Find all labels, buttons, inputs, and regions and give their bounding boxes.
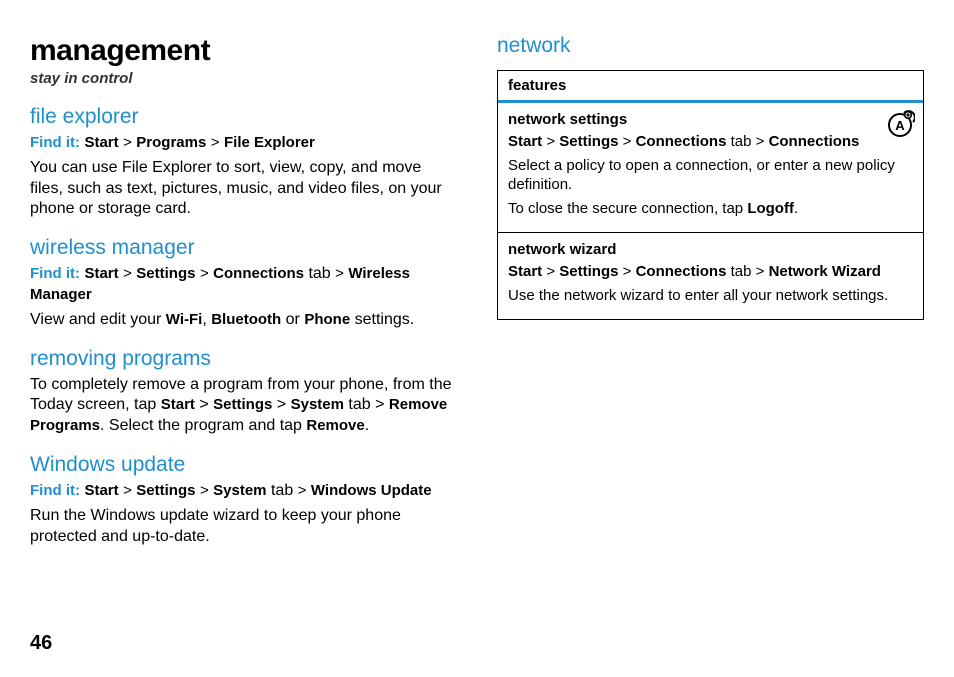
auto-answer-icon: A	[885, 109, 915, 143]
windows-update-path: Find it: Start > Settings > System tab >…	[30, 481, 457, 502]
left-column: management stay in control file explorer…	[30, 34, 457, 559]
network-settings-body-a: Select a policy to open a connection, or…	[508, 156, 913, 195]
windows-update-body: Run the Windows update wizard to keep yo…	[30, 506, 457, 548]
page-title: management	[30, 34, 457, 68]
heading-removing-programs: removing programs	[30, 347, 457, 371]
features-header: features	[498, 71, 923, 103]
page-number: 46	[30, 632, 52, 655]
features-table: features A network settings	[497, 70, 924, 320]
row-title: network settings	[508, 111, 913, 128]
network-wizard-body: Use the network wizard to enter all your…	[508, 286, 913, 306]
find-it-label: Find it:	[30, 265, 80, 282]
find-it-label: Find it:	[30, 134, 80, 151]
removing-programs-body: To completely remove a program from your…	[30, 375, 457, 437]
file-explorer-path: Find it: Start > Programs > File Explore…	[30, 133, 457, 154]
heading-wireless-manager: wireless manager	[30, 236, 457, 260]
network-wizard-path: Start > Settings > Connections tab > Net…	[508, 262, 913, 282]
right-column: network features A network	[497, 34, 924, 559]
heading-file-explorer: file explorer	[30, 105, 457, 129]
table-row: network wizard Start > Settings > Connec…	[498, 233, 923, 319]
find-it-label: Find it:	[30, 482, 80, 499]
wireless-manager-body: View and edit your Wi-Fi, Bluetooth or P…	[30, 310, 457, 331]
network-settings-body-b: To close the secure connection, tap Logo…	[508, 199, 913, 219]
row-title: network wizard	[508, 241, 913, 258]
wireless-manager-path: Find it: Start > Settings > Connections …	[30, 264, 457, 306]
network-settings-path: Start > Settings > Connections tab > Con…	[508, 132, 913, 152]
heading-network: network	[497, 34, 924, 58]
heading-windows-update: Windows update	[30, 453, 457, 477]
table-row: A network settings Start > Settings > Co…	[498, 103, 923, 233]
tagline: stay in control	[30, 70, 457, 87]
file-explorer-body: You can use File Explorer to sort, view,…	[30, 158, 457, 220]
svg-text:A: A	[895, 118, 905, 133]
